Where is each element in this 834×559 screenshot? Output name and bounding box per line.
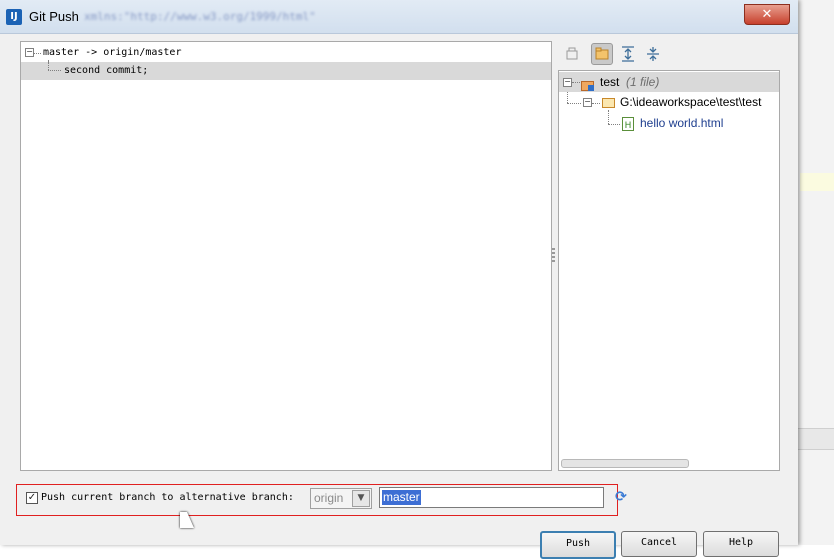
tree-connector [572,82,580,83]
commit-row[interactable]: second commit; [21,62,551,80]
tree-root-row[interactable]: − test (1 file) [559,72,779,92]
background-text: xmlns:"http://www.w3.org/1999/html" [84,10,316,23]
alternative-branch-checkbox[interactable]: ✓ [26,492,38,504]
commits-tree[interactable]: − master -> origin/master second commit; [20,41,552,471]
html-file-icon: H [622,116,634,135]
checkmark-icon: ✓ [27,492,37,503]
collapse-all-icon[interactable] [643,44,663,64]
tree-connector [48,62,49,70]
tree-connector [608,110,609,124]
horizontal-scrollbar[interactable] [561,459,689,468]
branch-row[interactable]: − master -> origin/master [21,44,551,62]
branch-value: master [382,490,421,505]
tree-connector [592,103,600,104]
window-title: Git Push [29,9,79,24]
git-push-dialog: IJ Git Push xmlns:"http://www.w3.org/199… [0,0,798,559]
tree-connector [567,92,568,103]
tree-connector [48,70,61,71]
background-highlight [800,173,834,191]
cancel-button[interactable]: Cancel [621,531,697,557]
module-name: test [600,75,620,89]
commit-message: second commit; [64,65,149,76]
collapse-toggle-icon[interactable]: − [583,98,592,107]
collapse-toggle-icon[interactable]: − [563,78,572,87]
alternative-branch-label: Push current branch to alternative branc… [41,492,294,503]
splitter-handle[interactable] [552,248,555,262]
svg-text:H: H [625,121,632,131]
show-diff-icon[interactable] [562,44,582,64]
file-count: (1 file) [626,75,660,89]
folder-icon [602,98,615,108]
chevron-down-icon[interactable]: ▼ [352,490,370,507]
expand-all-icon[interactable] [618,44,638,64]
file-name[interactable]: hello world.html [640,116,723,130]
folder-path[interactable]: G:\ideaworkspace\test\test [620,95,779,109]
help-button[interactable]: Help [703,531,779,557]
close-icon: ✕ [761,7,773,22]
close-button[interactable]: ✕ [744,4,790,25]
changed-files-tree[interactable]: − test (1 file) − G:\ideaworkspace\test\… [558,70,780,471]
tree-connector [34,53,41,54]
branch-label: master -> origin/master [43,47,182,58]
module-folder-icon [581,76,595,95]
refresh-icon[interactable]: ⟳ [613,489,629,505]
background-window [798,0,834,545]
tree-connector [608,124,620,125]
push-button[interactable]: Push [540,531,616,559]
group-by-directory-icon[interactable] [591,43,613,65]
intellij-idea-icon: IJ [6,9,22,25]
collapse-toggle-icon[interactable]: − [25,48,34,57]
title-bar[interactable]: IJ Git Push xmlns:"http://www.w3.org/199… [0,0,798,34]
background-bar [798,428,834,450]
remote-value: origin [314,491,344,505]
branch-input[interactable]: master [379,487,604,508]
mouse-cursor-icon [180,512,194,528]
tree-connector [567,103,581,104]
